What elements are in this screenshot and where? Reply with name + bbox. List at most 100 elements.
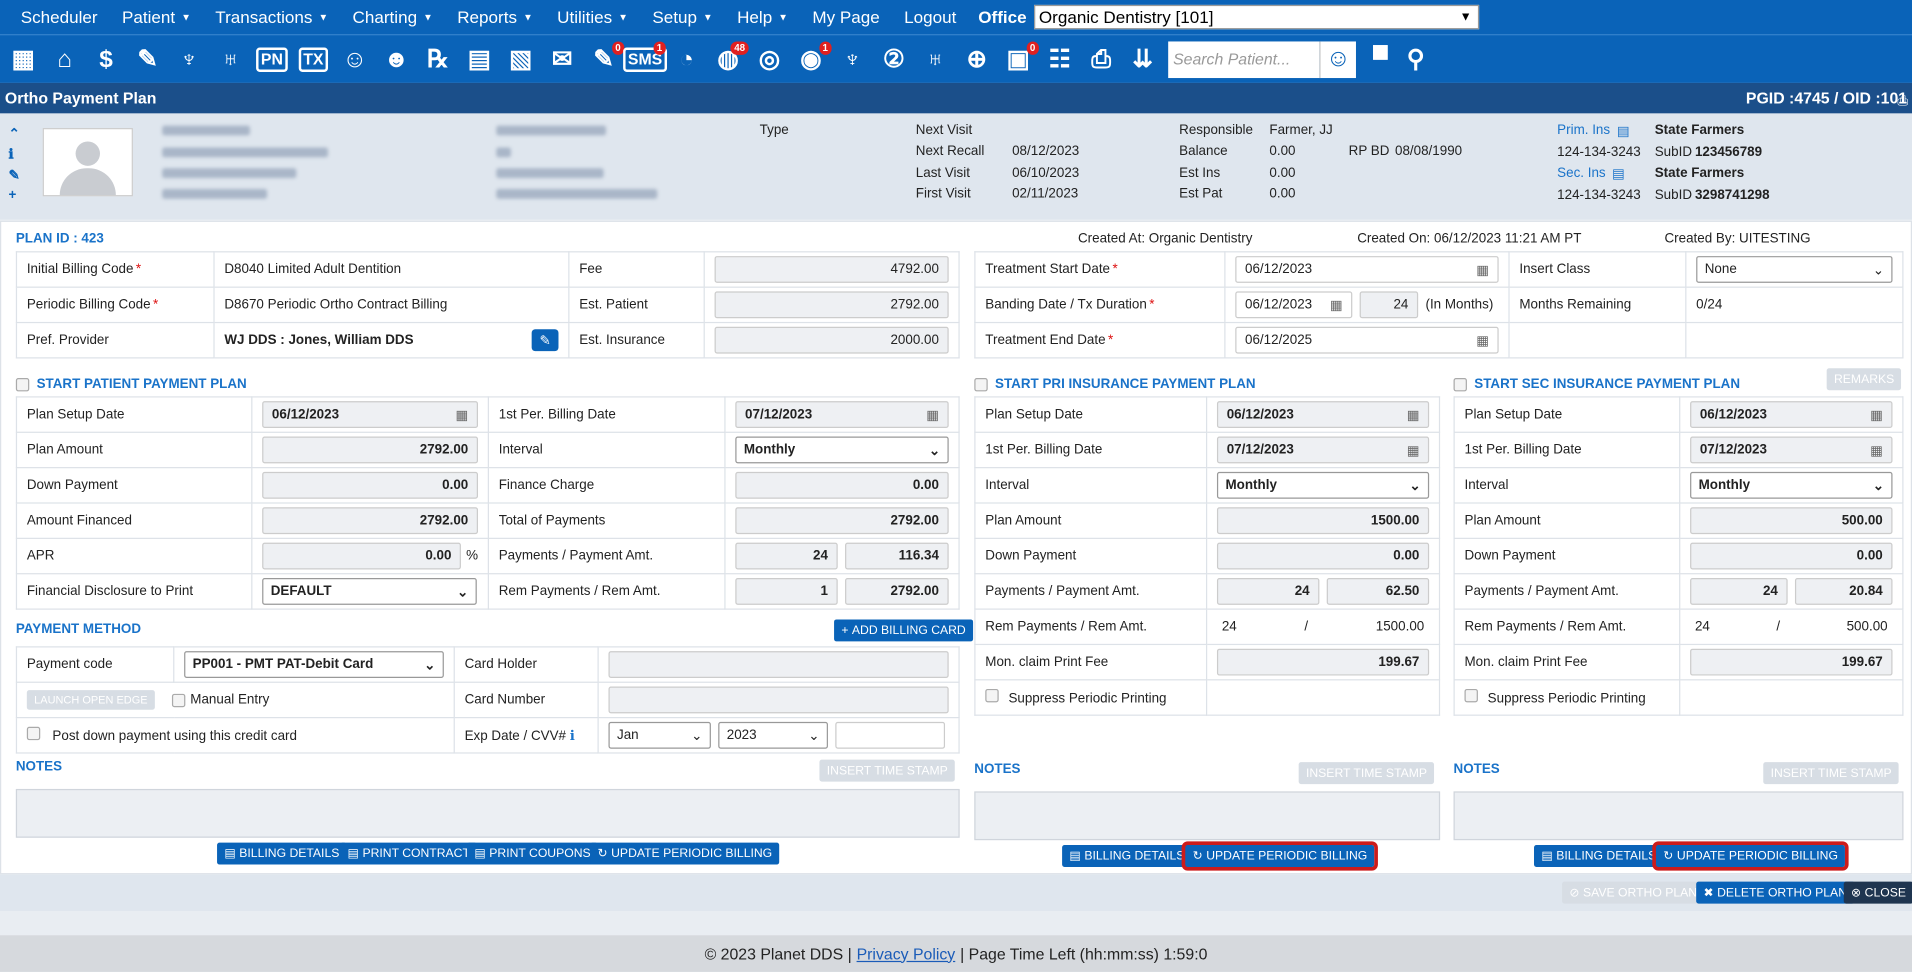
calendar-icon[interactable]: ▦ (2, 38, 43, 79)
exp-year-select[interactable]: 2023 ⌄ (718, 721, 828, 749)
plan-setup-input[interactable]: 06/12/2023 ▦ (262, 401, 479, 429)
treatment-icon[interactable]: TX (293, 38, 334, 79)
globe-icon[interactable]: ⊕ (956, 38, 997, 79)
edit-doc-icon[interactable]: ▤ (1617, 123, 1630, 139)
sec-interval-select[interactable]: Monthly ⌄ (1690, 471, 1893, 499)
pri-billing-details-button[interactable]: ▤ BILLING DETAILS (1062, 845, 1192, 867)
message-icon[interactable]: ▤ (458, 38, 499, 79)
tooth-chart-icon[interactable]: ♆ (832, 38, 873, 79)
insert-class-select[interactable]: None ⌄ (1696, 256, 1893, 283)
print-contract-button[interactable]: ▤ PRINT CONTRACT (340, 842, 478, 865)
globe-user-icon[interactable]: ◎ (749, 38, 790, 79)
group-search-icon[interactable]: ⚲ (1395, 38, 1436, 79)
total-payments-input[interactable]: 2792.00 (735, 507, 949, 535)
sms-icon[interactable]: SMS 1 (623, 38, 668, 79)
start-sec-plan-checkbox[interactable] (1453, 377, 1467, 391)
sec-billing-details-button[interactable]: ▤ BILLING DETAILS (1534, 845, 1664, 867)
patient-insert-time-stamp-button[interactable]: INSERT TIME STAMP (819, 759, 956, 782)
payment-amount-input[interactable]: 116.34 (845, 542, 949, 570)
remarks-button[interactable]: REMARKS (1826, 368, 1902, 391)
initial-billing-value[interactable]: D8040 Limited Adult Dentition (213, 251, 570, 288)
mail-icon[interactable]: ✉ (541, 38, 582, 79)
tx-duration-input[interactable]: 24 (1359, 291, 1419, 319)
start-patient-plan-checkbox[interactable] (15, 377, 30, 391)
edit-icon[interactable]: ✎ (127, 38, 168, 79)
info-icon[interactable]: ℹ (570, 729, 575, 744)
periodic-billing-value[interactable]: D8670 Periodic Ortho Contract Billing (213, 286, 570, 324)
interval-select[interactable]: Monthly ⌄ (735, 436, 949, 464)
payment-code-select[interactable]: PP001 - PMT PAT-Debit Card ⌄ (184, 651, 444, 678)
pri-amount-input[interactable]: 1500.00 (1216, 507, 1430, 535)
calendar-icon[interactable]: ▦ (1407, 407, 1420, 423)
calendar-icon[interactable]: ▦ (1870, 407, 1883, 423)
web-users-icon[interactable]: ◍ 48 (707, 38, 749, 79)
sec-ins-link[interactable]: Sec. Ins (1557, 166, 1605, 181)
tooth-outline-icon[interactable]: ♅ (915, 38, 956, 79)
calendar-icon[interactable]: ▦ (1407, 442, 1420, 458)
collapse-icon[interactable]: ⌃ (9, 126, 20, 142)
eclaim-icon[interactable]: ▣ 0 (997, 38, 1039, 79)
calendar-icon[interactable]: ▦ (1330, 297, 1343, 313)
save-ortho-plan-button[interactable]: ⊘ SAVE ORTHO PLAN (1562, 881, 1705, 904)
sec-notes-textarea[interactable] (1453, 791, 1904, 841)
card-holder-input[interactable] (608, 651, 949, 678)
edit-doc-icon[interactable]: ▤ (1612, 166, 1625, 182)
pri-insert-time-stamp-button[interactable]: INSERT TIME STAMP (1298, 762, 1435, 785)
money-icon[interactable]: $ (85, 38, 126, 79)
patient-notes-textarea[interactable] (15, 788, 960, 838)
calendar-icon[interactable]: ▦ (1476, 332, 1489, 349)
print-icon[interactable]: ⎙ (1080, 38, 1121, 79)
post-down-checkbox[interactable] (26, 726, 41, 741)
banding-date-input[interactable]: 06/12/2023 ▦ (1235, 291, 1353, 319)
office-select[interactable]: Organic Dentistry [101] ▼ (1033, 4, 1480, 30)
pri-payments-input[interactable]: 24 (1216, 577, 1320, 605)
pri-notes-textarea[interactable] (974, 791, 1441, 841)
teeth-icon[interactable]: ♅ (210, 38, 251, 79)
attachment-icon[interactable]: ✎ (9, 167, 20, 183)
sec-insert-time-stamp-button[interactable]: INSERT TIME STAMP (1763, 762, 1899, 785)
add-patient-icon[interactable]: ☺ (334, 38, 375, 79)
calendar-icon[interactable]: ▦ (456, 407, 469, 423)
pri-setup-input[interactable]: 06/12/2023 ▦ (1216, 401, 1430, 429)
payments-count-input[interactable]: 24 (735, 542, 838, 570)
billing-details-button[interactable]: ▤ BILLING DETAILS (217, 842, 347, 865)
tx-start-input[interactable]: 06/12/2023 ▦ (1235, 256, 1499, 283)
card-number-input[interactable] (608, 686, 949, 714)
add-icon[interactable]: + (9, 188, 20, 203)
document-icon[interactable]: ▧ (500, 38, 541, 79)
sec-setup-input[interactable]: 06/12/2023 ▦ (1690, 401, 1893, 429)
sec-payments-input[interactable]: 24 (1690, 577, 1788, 605)
prescription-icon[interactable]: ℞ (417, 38, 458, 79)
pri-update-periodic-billing-button[interactable]: ↻ UPDATE PERIODIC BILLING (1181, 841, 1379, 871)
clock-icon[interactable]: ◔ (666, 38, 707, 79)
menu-charting[interactable]: Charting ▼ (340, 0, 445, 34)
toolbar-checkbox[interactable] (1373, 44, 1388, 60)
est-insurance-input[interactable]: 2000.00 (714, 326, 949, 354)
sec-update-periodic-billing-button[interactable]: ↻ UPDATE PERIODIC BILLING (1652, 841, 1849, 871)
rem-payments-input[interactable]: 1 (735, 577, 838, 605)
menu-my-page[interactable]: My Page (800, 0, 892, 34)
add-billing-card-button[interactable]: + ADD BILLING CARD (834, 619, 974, 642)
update-periodic-billing-button[interactable]: ↻ UPDATE PERIODIC BILLING (590, 842, 780, 865)
family-icon[interactable]: ☷ (1039, 38, 1080, 79)
menu-reports[interactable]: Reports ▼ (445, 0, 545, 34)
sec-amount-input[interactable]: 500.00 (1690, 507, 1893, 535)
menu-setup[interactable]: Setup ▼ (640, 0, 725, 34)
delete-ortho-plan-button[interactable]: ✖ DELETE ORTHO PLAN (1696, 881, 1855, 904)
tooth-number-icon[interactable]: ② (873, 38, 914, 79)
print-icon[interactable]: ⎙ (1897, 94, 1908, 110)
calendar-icon[interactable]: ▦ (1476, 262, 1489, 278)
pri-claim-input[interactable]: 199.67 (1216, 648, 1430, 676)
manual-entry-checkbox[interactable] (171, 693, 186, 707)
chat-icon[interactable]: ✎ 0 (583, 38, 625, 79)
menu-logout[interactable]: Logout (892, 0, 969, 34)
fee-input[interactable]: 4792.00 (714, 256, 949, 283)
edit-provider-button[interactable]: ✎ (531, 329, 559, 352)
home-icon[interactable]: ⌂ (44, 38, 85, 79)
alert-user-icon[interactable]: ◉ 1 (790, 38, 832, 79)
pri-down-input[interactable]: 0.00 (1216, 542, 1430, 570)
est-patient-input[interactable]: 2792.00 (714, 291, 949, 319)
cvv-input[interactable] (835, 721, 946, 749)
pri-interval-select[interactable]: Monthly ⌄ (1216, 471, 1430, 499)
menu-utilities[interactable]: Utilities ▼ (545, 0, 640, 34)
